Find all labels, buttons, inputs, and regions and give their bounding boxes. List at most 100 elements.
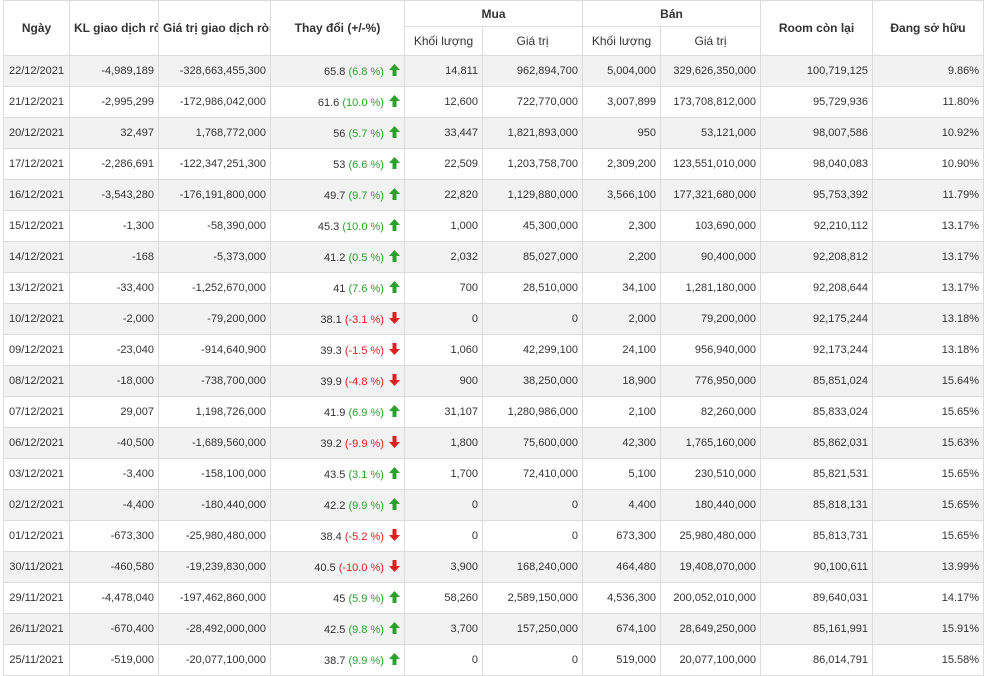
cell-net-value: -1,252,670,000 <box>158 272 271 304</box>
arrow-up-icon <box>389 187 400 203</box>
table-row: 26/11/2021 -670,400 -28,492,000,000 42.5 (9… <box>3 613 985 645</box>
table-row: 22/12/2021 -4,989,189 -328,663,455,300 65.8… <box>3 55 985 87</box>
change-price: 39.2 <box>320 437 342 450</box>
header-change[interactable]: Thay đổi (+/-%) <box>270 0 405 56</box>
cell-sell-volume: 2,000 <box>582 303 661 335</box>
cell-room: 85,813,731 <box>760 520 874 552</box>
cell-ownership: 14.17% <box>872 582 985 614</box>
change-price: 42.5 <box>323 623 346 636</box>
cell-change: 38.7 (9.9 %) <box>270 644 405 676</box>
cell-sell-volume: 673,300 <box>582 520 661 552</box>
header-date[interactable]: Ngày <box>3 0 70 56</box>
cell-change: 42.2 (9.9 %) <box>270 489 405 521</box>
change-percent: (9.9 %) <box>348 654 384 667</box>
cell-date: 13/12/2021 <box>3 272 70 304</box>
header-ownership[interactable]: Đang sở hữu <box>872 0 985 56</box>
header-net-value[interactable]: Giá trị giao dịch ròng <box>158 0 271 56</box>
cell-sell-value: 177,321,680,000 <box>659 179 762 211</box>
cell-sell-value: 82,260,000 <box>659 396 762 428</box>
change-price: 42.2 <box>323 499 346 512</box>
cell-room: 92,210,112 <box>760 210 874 242</box>
cell-buy-value: 42,299,100 <box>482 334 583 366</box>
header-sell-value[interactable]: Giá trị <box>659 26 762 56</box>
cell-sell-value: 20,077,100,000 <box>659 644 762 676</box>
cell-change: 43.5 (3.1 %) <box>270 458 405 490</box>
cell-buy-volume: 22,820 <box>404 179 483 211</box>
cell-net-value: -914,640,900 <box>158 334 271 366</box>
cell-buy-volume: 31,107 <box>404 396 483 428</box>
cell-room: 92,173,244 <box>760 334 874 366</box>
cell-net-value: -122,347,251,300 <box>158 148 271 180</box>
cell-buy-value: 2,589,150,000 <box>482 582 583 614</box>
cell-change: 38.4 (-5.2 %) <box>270 520 405 552</box>
cell-change: 39.9 (-4.8 %) <box>270 365 405 397</box>
arrow-up-icon <box>389 218 400 234</box>
cell-ownership: 11.79% <box>872 179 985 211</box>
cell-net-value: -19,239,830,000 <box>158 551 271 583</box>
cell-buy-volume: 58,260 <box>404 582 483 614</box>
cell-buy-value: 45,300,000 <box>482 210 583 242</box>
table-row: 14/12/2021 -168 -5,373,000 41.2 (0.5 %) 2,0… <box>3 241 985 273</box>
cell-date: 17/12/2021 <box>3 148 70 180</box>
change-price: 56 <box>333 127 346 140</box>
arrow-up-icon <box>389 404 400 420</box>
header-net-volume[interactable]: KL giao dịch ròng <box>69 0 159 56</box>
cell-room: 89,640,031 <box>760 582 874 614</box>
header-sell-volume[interactable]: Khối lượng <box>582 26 661 56</box>
cell-net-value: -328,663,455,300 <box>158 55 271 87</box>
cell-buy-value: 0 <box>482 303 583 335</box>
cell-buy-value: 1,203,758,700 <box>482 148 583 180</box>
change-price: 41.9 <box>323 406 346 419</box>
cell-change: 42.5 (9.8 %) <box>270 613 405 645</box>
cell-buy-volume: 1,700 <box>404 458 483 490</box>
cell-change: 45.3 (10.0 %) <box>270 210 405 242</box>
header-room[interactable]: Room còn lại <box>760 0 874 56</box>
cell-net-value: -25,980,480,000 <box>158 520 271 552</box>
cell-sell-volume: 5,100 <box>582 458 661 490</box>
change-percent: (5.7 %) <box>348 127 384 140</box>
table-row: 02/12/2021 -4,400 -180,440,000 42.2 (9.9 %)… <box>3 489 985 521</box>
cell-ownership: 15.63% <box>872 427 985 459</box>
cell-buy-volume: 14,811 <box>404 55 483 87</box>
cell-date: 15/12/2021 <box>3 210 70 242</box>
cell-room: 85,862,031 <box>760 427 874 459</box>
table-row: 25/11/2021 -519,000 -20,077,100,000 38.7 (9… <box>3 644 985 676</box>
cell-date: 20/12/2021 <box>3 117 70 149</box>
change-price: 45.3 <box>317 220 340 233</box>
cell-ownership: 15.65% <box>872 396 985 428</box>
cell-buy-value: 722,770,000 <box>482 86 583 118</box>
cell-sell-volume: 5,004,000 <box>582 55 661 87</box>
cell-date: 10/12/2021 <box>3 303 70 335</box>
change-price: 45 <box>333 592 346 605</box>
cell-net-volume: -18,000 <box>69 365 159 397</box>
cell-sell-value: 956,940,000 <box>659 334 762 366</box>
cell-net-volume: -3,543,280 <box>69 179 159 211</box>
cell-sell-value: 1,281,180,000 <box>659 272 762 304</box>
cell-sell-volume: 2,300 <box>582 210 661 242</box>
cell-net-volume: -4,989,189 <box>69 55 159 87</box>
cell-net-volume: -673,300 <box>69 520 159 552</box>
cell-ownership: 13.18% <box>872 303 985 335</box>
cell-date: 25/11/2021 <box>3 644 70 676</box>
header-buy-volume[interactable]: Khối lượng <box>404 26 483 56</box>
cell-buy-volume: 33,447 <box>404 117 483 149</box>
cell-buy-value: 1,280,986,000 <box>482 396 583 428</box>
cell-buy-value: 75,600,000 <box>482 427 583 459</box>
cell-buy-volume: 22,509 <box>404 148 483 180</box>
arrow-up-icon <box>389 156 400 172</box>
arrow-up-icon <box>389 590 400 606</box>
cell-net-volume: -3,400 <box>69 458 159 490</box>
cell-change: 45 (5.9 %) <box>270 582 405 614</box>
cell-net-value: -158,100,000 <box>158 458 271 490</box>
cell-buy-value: 72,410,000 <box>482 458 583 490</box>
header-buy-value[interactable]: Giá trị <box>482 26 583 56</box>
cell-buy-volume: 1,000 <box>404 210 483 242</box>
cell-net-volume: -519,000 <box>69 644 159 676</box>
arrow-up-icon <box>389 63 400 79</box>
cell-net-volume: -23,040 <box>69 334 159 366</box>
cell-date: 08/12/2021 <box>3 365 70 397</box>
cell-ownership: 15.64% <box>872 365 985 397</box>
cell-change: 41 (7.6 %) <box>270 272 405 304</box>
cell-ownership: 9.86% <box>872 55 985 87</box>
change-price: 38.7 <box>323 654 346 667</box>
